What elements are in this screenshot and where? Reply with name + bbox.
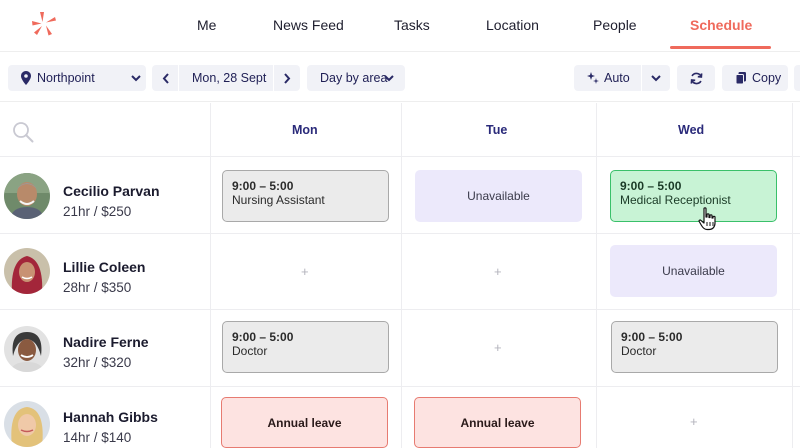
add-shift-button[interactable]: + bbox=[301, 264, 309, 279]
chevron-down-icon bbox=[131, 75, 141, 82]
column-divider bbox=[210, 103, 211, 448]
nav-news-feed[interactable]: News Feed bbox=[273, 17, 344, 33]
divider bbox=[641, 65, 642, 91]
avatar bbox=[4, 248, 50, 294]
annual-leave-block[interactable]: Annual leave bbox=[221, 397, 388, 448]
shift-time: 9:00 – 5:00 bbox=[232, 330, 294, 344]
logo-icon[interactable] bbox=[30, 10, 58, 38]
person-name: Hannah Gibbs bbox=[63, 409, 158, 425]
person-row[interactable]: Cecilio Parvan 21hr / $250 bbox=[0, 157, 210, 233]
shift-card[interactable]: 9:00 – 5:00 Doctor bbox=[611, 321, 778, 373]
nav-tasks[interactable]: Tasks bbox=[394, 17, 430, 33]
add-shift-button[interactable]: + bbox=[690, 414, 698, 429]
location-label: Northpoint bbox=[37, 71, 95, 85]
chevron-down-icon[interactable] bbox=[651, 75, 661, 82]
next-day-button[interactable] bbox=[274, 65, 300, 91]
shift-time: 9:00 – 5:00 bbox=[620, 179, 682, 193]
avatar bbox=[4, 326, 50, 372]
avatar-image bbox=[4, 248, 50, 294]
copy-button[interactable]: Copy bbox=[722, 65, 788, 91]
avatar bbox=[4, 401, 50, 447]
annual-leave-label: Annual leave bbox=[267, 415, 342, 430]
person-name: Lillie Coleen bbox=[63, 259, 146, 275]
shift-card[interactable]: 9:00 – 5:00 Doctor bbox=[222, 321, 389, 373]
unavailable-block[interactable]: Unavailable bbox=[610, 245, 777, 297]
person-row[interactable]: Hannah Gibbs 14hr / $140 bbox=[0, 387, 210, 448]
previous-day-button[interactable] bbox=[152, 65, 178, 91]
avatar bbox=[4, 173, 50, 219]
auto-schedule-button: Auto bbox=[574, 65, 670, 91]
hand-pointer-icon bbox=[698, 207, 716, 231]
chevron-right-icon bbox=[283, 72, 290, 84]
chevron-down-icon bbox=[384, 75, 394, 82]
day-header-tue: Tue bbox=[486, 123, 508, 137]
unavailable-block[interactable]: Unavailable bbox=[415, 170, 582, 222]
auto-button[interactable]: Auto bbox=[574, 65, 641, 91]
shift-role: Doctor bbox=[232, 344, 268, 358]
nav-location[interactable]: Location bbox=[486, 17, 539, 33]
shift-role: Doctor bbox=[621, 344, 657, 358]
active-tab-indicator bbox=[670, 46, 771, 49]
day-header-wed: Wed bbox=[678, 123, 705, 137]
copy-icon bbox=[736, 72, 746, 84]
search-icon[interactable] bbox=[12, 121, 34, 143]
sparkle-icon bbox=[587, 72, 599, 84]
person-row[interactable]: Lillie Coleen 28hr / $350 bbox=[0, 234, 210, 310]
date-label[interactable]: Mon, 28 Sept bbox=[192, 71, 266, 85]
toolbar-overflow-button[interactable] bbox=[794, 65, 800, 91]
avatar-image bbox=[4, 401, 50, 447]
add-shift-button[interactable]: + bbox=[494, 340, 502, 355]
chevron-left-icon bbox=[162, 72, 169, 84]
shift-role: Medical Receptionist bbox=[620, 193, 731, 207]
avatar-image bbox=[4, 326, 50, 372]
view-select[interactable]: Day by area bbox=[307, 65, 405, 91]
annual-leave-block[interactable]: Annual leave bbox=[414, 397, 581, 448]
person-hours-cost: 32hr / $320 bbox=[63, 355, 132, 370]
unavailable-label: Unavailable bbox=[467, 189, 530, 203]
shift-time: 9:00 – 5:00 bbox=[232, 179, 294, 193]
location-select[interactable]: Northpoint bbox=[8, 65, 146, 91]
person-row[interactable]: Nadire Ferne 32hr / $320 bbox=[0, 310, 210, 386]
auto-label: Auto bbox=[604, 71, 630, 85]
nav-schedule[interactable]: Schedule bbox=[690, 17, 752, 33]
day-header-mon: Mon bbox=[292, 123, 318, 137]
shift-card-selected[interactable]: 9:00 – 5:00 Medical Receptionist bbox=[610, 170, 777, 222]
add-shift-button[interactable]: + bbox=[494, 264, 502, 279]
column-divider bbox=[401, 103, 402, 448]
avatar-image bbox=[4, 173, 50, 219]
shift-card[interactable]: 9:00 – 5:00 Nursing Assistant bbox=[222, 170, 389, 222]
person-name: Cecilio Parvan bbox=[63, 183, 160, 199]
top-nav: Me News Feed Tasks Location People Sched… bbox=[0, 0, 800, 52]
schedule-grid: Mon Tue Wed Cecilio Parvan 21hr / $250 L… bbox=[0, 103, 800, 448]
unavailable-label: Unavailable bbox=[662, 264, 725, 278]
person-hours-cost: 28hr / $350 bbox=[63, 280, 132, 295]
copy-label: Copy bbox=[752, 71, 782, 85]
shift-role: Nursing Assistant bbox=[232, 193, 325, 207]
person-hours-cost: 21hr / $250 bbox=[63, 204, 132, 219]
column-divider bbox=[792, 103, 793, 448]
annual-leave-label: Annual leave bbox=[460, 415, 535, 430]
view-label: Day by area bbox=[320, 71, 388, 85]
schedule-toolbar: Northpoint Mon, 28 Sept Day by area Auto bbox=[0, 52, 800, 102]
refresh-button[interactable] bbox=[677, 65, 715, 91]
nav-people[interactable]: People bbox=[593, 17, 637, 33]
column-divider bbox=[596, 103, 597, 448]
person-name: Nadire Ferne bbox=[63, 334, 149, 350]
person-hours-cost: 14hr / $140 bbox=[63, 430, 132, 445]
divider bbox=[178, 65, 179, 91]
date-navigator: Mon, 28 Sept bbox=[152, 65, 300, 91]
refresh-icon bbox=[690, 72, 702, 84]
shift-time: 9:00 – 5:00 bbox=[621, 330, 683, 344]
location-pin-icon bbox=[21, 71, 31, 85]
nav-me[interactable]: Me bbox=[197, 17, 216, 33]
